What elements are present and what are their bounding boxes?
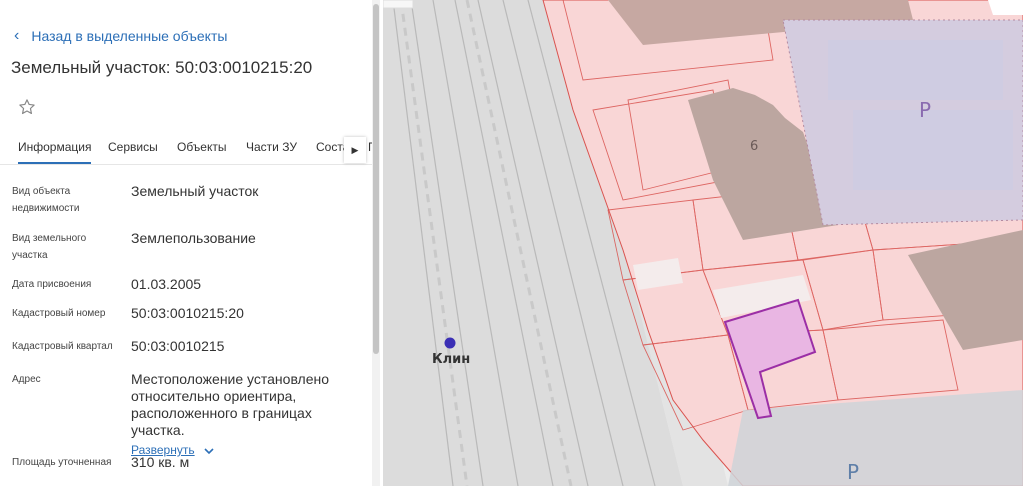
field-value: 50:03:0010215:20 xyxy=(131,305,244,321)
field-value: 310 кв. м xyxy=(131,454,190,470)
tab-parts[interactable]: Части ЗУ xyxy=(246,140,297,162)
field-value: Землепользование xyxy=(131,230,256,246)
field-label: Вид объекта недвижимости xyxy=(12,186,80,214)
building-number-label: 6 xyxy=(750,139,759,154)
tab-objects[interactable]: Объекты xyxy=(177,140,227,162)
field-label: Кадастровый номер xyxy=(12,308,106,319)
info-panel: ‹ Назад в выделенные объекты Земельный у… xyxy=(0,0,383,486)
field-label: Дата присвоения xyxy=(12,279,92,290)
parking-label: P xyxy=(847,460,860,484)
field-value: 01.03.2005 xyxy=(131,276,202,292)
chevron-left-icon: ‹ xyxy=(14,27,20,44)
map-canvas[interactable] xyxy=(383,0,1023,486)
triangle-right-icon: ▶ xyxy=(351,144,359,155)
panel-scrollbar[interactable] xyxy=(372,0,380,486)
cadastral-map[interactable]: Клин 6 P P xyxy=(383,0,1023,486)
field-label: Адрес xyxy=(12,374,41,385)
field-label: Кадастровый квартал xyxy=(12,341,113,352)
page-title: Земельный участок: 50:03:0010215:20 xyxy=(11,58,313,77)
field-value: Земельный участок xyxy=(131,183,259,199)
scrollbar-thumb[interactable] xyxy=(373,4,379,354)
tab-information[interactable]: Информация xyxy=(18,140,92,164)
field-label: Вид земельного участка xyxy=(12,233,87,261)
back-link[interactable]: ‹ Назад в выделенные объекты xyxy=(14,27,227,45)
field-label: Площадь уточненная xyxy=(12,457,112,468)
field-value: 50:03:0010215 xyxy=(131,338,225,354)
star-icon xyxy=(19,99,35,115)
tab-services[interactable]: Сервисы xyxy=(108,140,158,162)
field-value-address: Местоположение установлено относительно … xyxy=(131,371,366,459)
address-text: Местоположение установлено относительно … xyxy=(131,371,330,438)
tab-bar: Информация Сервисы Объекты Части ЗУ Сост… xyxy=(0,132,372,165)
favorite-button[interactable] xyxy=(12,92,42,122)
back-link-label: Назад в выделенные объекты xyxy=(31,28,228,44)
tabs-scroll-right-button[interactable]: ▶ xyxy=(344,137,366,163)
parking-label: P xyxy=(919,98,932,122)
station-label: Клин xyxy=(432,352,471,367)
